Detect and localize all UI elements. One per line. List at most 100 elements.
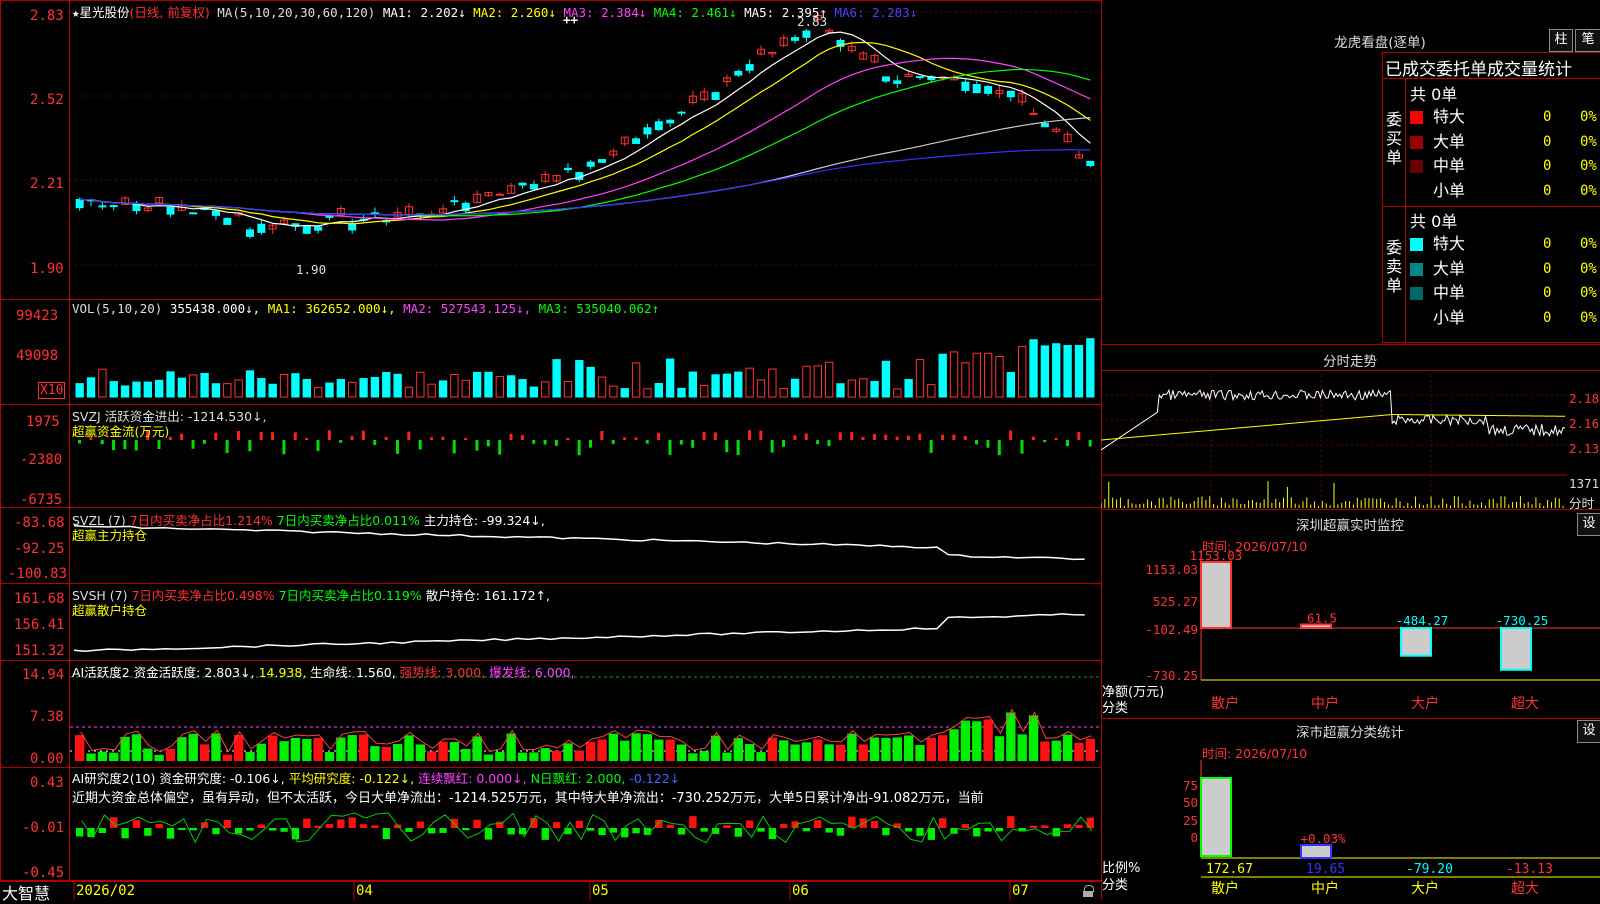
intraday-vol-unit: 分时 <box>1569 496 1595 511</box>
ai-activity-y-tick: 7.38 <box>30 709 64 725</box>
research-bar <box>745 820 754 828</box>
activity-bar <box>347 735 357 761</box>
signal-marker: ++ <box>563 12 579 27</box>
order-stat-label: 大单 <box>1433 258 1466 278</box>
activity-bar <box>654 739 664 761</box>
volume-bar <box>802 365 811 398</box>
date-label: 05 <box>592 883 609 899</box>
volume-bar <box>382 371 391 398</box>
candle <box>529 184 538 190</box>
stock-name[interactable]: 星光股份 <box>80 5 130 20</box>
volume-bar <box>189 374 198 398</box>
volume-bar <box>518 379 527 398</box>
activity-bar <box>699 750 709 761</box>
volume-bar <box>1074 344 1084 398</box>
ma-value: MA4: 2.461↓ <box>653 5 745 20</box>
volume-bar <box>98 368 107 398</box>
candle <box>348 223 357 231</box>
candle <box>586 161 595 167</box>
flow-bar <box>816 440 820 445</box>
price-high-label: 2.83 <box>797 14 828 29</box>
ma-value: MA6: 2.283↓ <box>834 5 918 20</box>
volume-bar <box>166 371 175 398</box>
flow-bar <box>759 430 763 440</box>
volume-bar <box>313 387 323 398</box>
ma-line <box>79 117 1091 216</box>
category-label: 大户 <box>1411 880 1439 897</box>
tick-view-button[interactable]: 笔 <box>1575 29 1600 52</box>
research-bar <box>655 819 663 828</box>
lock-icon-body <box>1083 891 1093 897</box>
research-bar <box>927 828 936 840</box>
activity-bar <box>1074 742 1084 761</box>
flow-bar <box>589 440 592 448</box>
legend-swatch <box>1410 287 1423 301</box>
cls-settings-button[interactable]: 设 <box>1577 720 1600 743</box>
flow-bar <box>361 430 365 440</box>
candle <box>495 193 504 196</box>
category-label: 中户 <box>1311 695 1339 712</box>
flow-bar <box>225 440 229 454</box>
flow-bar <box>997 440 1001 456</box>
volume-bar <box>86 377 96 398</box>
ai-activity-y-tick: 14.94 <box>22 667 65 683</box>
sz-y-tick: 525.27 <box>1153 594 1198 609</box>
candle <box>802 30 811 38</box>
flow-bar <box>747 430 751 440</box>
research-bar <box>541 828 549 840</box>
research-bar <box>995 828 1004 832</box>
candle <box>915 76 924 79</box>
date-axis[interactable] <box>0 881 1102 901</box>
period-label[interactable]: (日线, 前复权) <box>130 5 210 20</box>
volume-bar <box>461 379 470 398</box>
net-amount-bar <box>1500 627 1532 671</box>
volume-bar <box>1052 343 1061 398</box>
candle <box>166 206 175 215</box>
flow-bar <box>941 434 945 440</box>
candle <box>450 200 459 203</box>
kline-y-tick: 1.90 <box>30 261 64 277</box>
volume-bar <box>938 353 947 398</box>
volume-bar <box>734 371 743 398</box>
activity-bar <box>483 754 494 761</box>
volume-bar <box>609 385 618 398</box>
activity-bar <box>779 740 789 761</box>
flow-bar <box>486 440 490 447</box>
category-label: 大户 <box>1411 695 1439 712</box>
research-bar <box>484 828 493 840</box>
flow-bar <box>236 431 240 440</box>
chart-canvas <box>70 11 1100 900</box>
research-bar <box>212 828 220 835</box>
volume-legend: VOL(5,10,20) 355438.000↓, MA1: 362652.00… <box>72 301 660 316</box>
volume-bar <box>949 351 959 398</box>
ma-line <box>79 31 1091 227</box>
research-bar <box>825 828 833 833</box>
activity-bar <box>801 742 812 761</box>
research-bar <box>428 828 436 834</box>
average-line <box>1101 413 1566 441</box>
intraday-chart[interactable] <box>1101 370 1567 510</box>
order-stat-pct: 0% <box>1580 309 1597 326</box>
activity-bar <box>813 739 823 761</box>
volume-bar <box>552 359 561 398</box>
order-stat-row: 中单 0 0% <box>1410 154 1600 179</box>
brand-logo[interactable]: 大智慧 <box>2 880 50 904</box>
volume-bar <box>711 374 720 398</box>
favorite-star-icon[interactable]: ★ <box>72 5 80 20</box>
activity-bar <box>676 744 687 761</box>
bar-view-button[interactable]: 柱 <box>1549 29 1573 52</box>
category-label: 超大 <box>1511 881 1539 897</box>
order-stat-label: 小单 <box>1433 180 1466 200</box>
research-bar <box>348 817 356 828</box>
bar-value-label: -730.25 <box>1496 613 1549 628</box>
research-bar <box>689 816 697 828</box>
volume-bar <box>961 362 970 398</box>
net-amount-bar <box>1400 627 1432 657</box>
ratio-bar <box>1300 844 1332 859</box>
activity-bar <box>994 736 1005 761</box>
sz-settings-button[interactable]: 设 <box>1577 513 1600 536</box>
flow-bar <box>350 435 354 440</box>
candle <box>984 86 993 94</box>
research-bar <box>1007 816 1015 828</box>
activity-bar <box>1040 741 1050 761</box>
